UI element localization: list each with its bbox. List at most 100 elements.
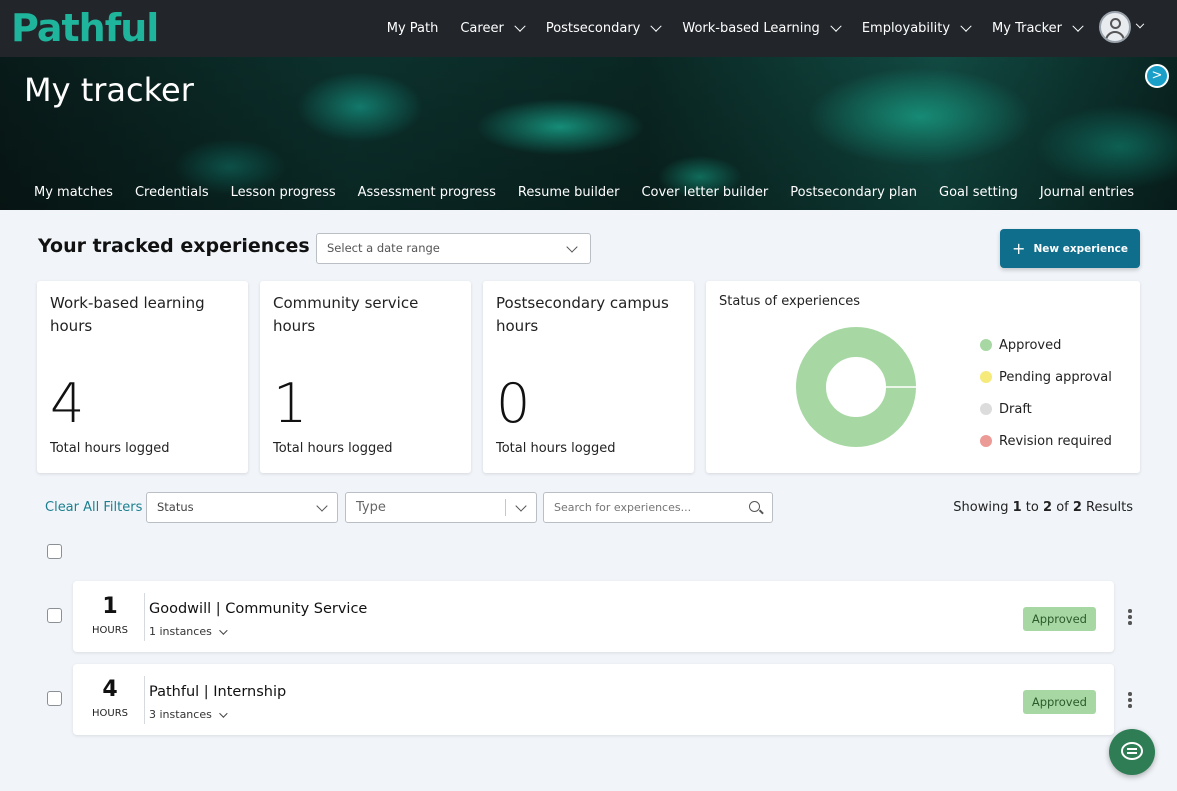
legend-dot xyxy=(980,435,992,447)
subnav-goal-setting[interactable]: Goal setting xyxy=(939,185,1018,200)
instances-toggle[interactable]: 1 instances xyxy=(149,625,228,638)
chevron-down-icon xyxy=(960,20,972,32)
stat-card-community: Community service hours 1 Total hours lo… xyxy=(260,281,471,473)
new-experience-button[interactable]: + New experience xyxy=(1000,229,1140,268)
stat-sub: Total hours logged xyxy=(273,441,393,456)
status-chart-title: Status of experiences xyxy=(719,294,861,309)
chevron-down-icon xyxy=(566,241,578,253)
subnav-credentials[interactable]: Credentials xyxy=(135,185,209,200)
status-filter-label: Status xyxy=(157,500,194,514)
chevron-down-icon xyxy=(650,20,663,32)
experience-row[interactable]: 1 HOURS Goodwill | Community Service 1 i… xyxy=(73,581,1114,652)
status-filter-select[interactable]: Status xyxy=(146,492,338,523)
tracker-subnav: My matches Credentials Lesson progress A… xyxy=(0,175,1177,210)
select-all-checkbox[interactable] xyxy=(47,544,62,559)
legend-item-approved: Approved xyxy=(980,329,1112,361)
legend-label: Revision required xyxy=(999,433,1112,449)
row-hours: 1 HOURS xyxy=(87,593,133,636)
results-count: Showing 1 to 2 of 2 Results xyxy=(953,500,1133,515)
new-experience-label: New experience xyxy=(1033,242,1128,255)
hours-value: 4 xyxy=(102,677,118,702)
user-menu[interactable] xyxy=(1099,11,1145,43)
stat-card-postsecondary: Postsecondary campus hours 0 Total hours… xyxy=(483,281,694,473)
top-navbar: Pathful My Path Career Postsecondary Wor… xyxy=(0,0,1177,57)
search-experiences xyxy=(543,492,773,523)
stat-label: Postsecondary campus hours xyxy=(496,294,669,335)
subnav-my-matches[interactable]: My matches xyxy=(34,185,113,200)
plus-icon: + xyxy=(1012,239,1026,258)
subnav-cover-letter-builder[interactable]: Cover letter builder xyxy=(641,185,768,200)
chevron-down-icon xyxy=(1072,20,1084,32)
status-donut-chart xyxy=(796,327,916,447)
legend-dot xyxy=(980,371,992,383)
clear-all-filters-link[interactable]: Clear All Filters xyxy=(45,500,142,515)
legend-label: Approved xyxy=(999,337,1062,353)
chevron-down-icon xyxy=(514,20,526,32)
stat-value: 0 xyxy=(496,372,531,435)
results-from: 1 xyxy=(1012,500,1022,515)
nav-employability[interactable]: Employability xyxy=(862,20,972,36)
row-checkbox[interactable] xyxy=(47,608,62,623)
subnav-lesson-progress[interactable]: Lesson progress xyxy=(231,185,336,200)
section-title: Your tracked experiences xyxy=(38,235,310,257)
pathful-logo[interactable]: Pathful xyxy=(11,3,159,53)
nav-postsecondary[interactable]: Postsecondary xyxy=(545,20,663,36)
more-options-icon[interactable] xyxy=(1128,609,1132,625)
results-of-word: of xyxy=(1056,500,1069,515)
stat-card-work-based: Work-based learning hours 4 Total hours … xyxy=(37,281,248,473)
date-range-select[interactable]: Select a date range xyxy=(316,233,591,264)
chevron-down-icon xyxy=(830,20,842,32)
legend-dot xyxy=(980,403,992,415)
type-filter-select[interactable]: Type xyxy=(345,492,537,523)
stat-sub: Total hours logged xyxy=(496,441,616,456)
more-options-icon[interactable] xyxy=(1128,692,1132,708)
nav-label: My Tracker xyxy=(992,21,1062,36)
stat-label: Community service hours xyxy=(273,294,419,335)
stat-value: 4 xyxy=(50,372,85,435)
results-to-word: to xyxy=(1025,500,1039,515)
chevron-down-icon xyxy=(316,500,328,512)
instances-toggle[interactable]: 3 instances xyxy=(149,708,228,721)
main-nav: My Path Career Postsecondary Work-based … xyxy=(365,0,1084,57)
results-prefix: Showing xyxy=(953,500,1009,515)
legend-item-draft: Draft xyxy=(980,393,1112,425)
stat-label: Work-based learning hours xyxy=(50,294,205,335)
chevron-down-icon xyxy=(218,625,228,635)
chevron-down-icon xyxy=(1135,19,1145,29)
chat-button[interactable] xyxy=(1109,729,1155,775)
subnav-journal-entries[interactable]: Journal entries xyxy=(1040,185,1134,200)
results-to: 2 xyxy=(1043,500,1053,515)
subnav-postsecondary-plan[interactable]: Postsecondary plan xyxy=(790,185,917,200)
nav-my-path[interactable]: My Path xyxy=(387,21,439,36)
nav-career[interactable]: Career xyxy=(460,20,526,36)
experience-title[interactable]: Goodwill | Community Service xyxy=(149,601,367,617)
page-title: My tracker xyxy=(24,71,194,109)
nav-label: Career xyxy=(460,21,504,36)
chevron-right-icon[interactable]: > xyxy=(1145,64,1169,88)
chat-bubble-icon xyxy=(1121,742,1143,760)
nav-work-based-learning[interactable]: Work-based Learning xyxy=(682,20,842,36)
type-filter-label: Type xyxy=(356,500,386,515)
hours-unit: HOURS xyxy=(91,708,128,719)
row-checkbox[interactable] xyxy=(47,691,62,706)
experience-row[interactable]: 4 HOURS Pathful | Internship 3 instances… xyxy=(73,664,1114,735)
hours-value: 1 xyxy=(102,594,118,619)
date-range-placeholder: Select a date range xyxy=(327,241,440,255)
nav-my-tracker[interactable]: My Tracker xyxy=(992,20,1084,36)
legend-item-pending: Pending approval xyxy=(980,361,1112,393)
subnav-resume-builder[interactable]: Resume builder xyxy=(518,185,620,200)
legend-item-revision: Revision required xyxy=(980,425,1112,457)
nav-label: My Path xyxy=(386,21,439,36)
nav-label: Postsecondary xyxy=(545,21,641,36)
search-input[interactable] xyxy=(544,493,734,522)
results-total: 2 xyxy=(1072,500,1082,515)
experience-title[interactable]: Pathful | Internship xyxy=(149,684,286,700)
instances-label: 3 instances xyxy=(149,708,212,721)
hours-unit: HOURS xyxy=(91,625,128,636)
legend-label: Pending approval xyxy=(999,369,1112,385)
row-divider xyxy=(144,593,145,641)
search-icon[interactable] xyxy=(749,501,760,512)
stat-value: 1 xyxy=(273,372,308,435)
subnav-assessment-progress[interactable]: Assessment progress xyxy=(358,185,496,200)
stat-sub: Total hours logged xyxy=(50,441,170,456)
